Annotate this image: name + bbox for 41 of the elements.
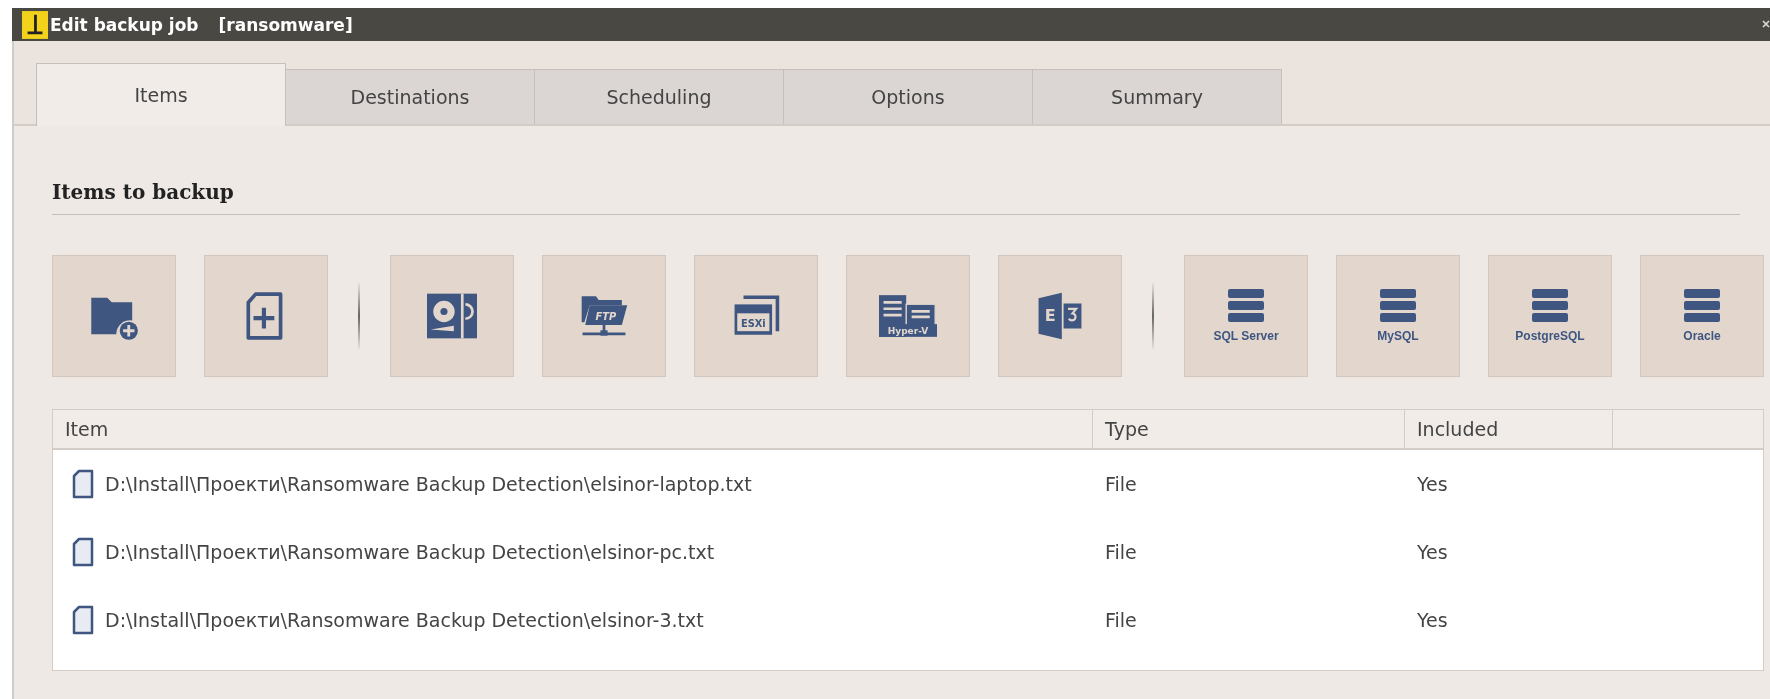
tab[interactable]: Summary [1032, 69, 1282, 124]
toolbar-button[interactable]: FTP [542, 255, 666, 377]
tab[interactable]: Options [783, 69, 1033, 124]
database-icon [1380, 289, 1416, 323]
toolbar-button[interactable]: Hyper-V [846, 255, 970, 377]
table-cell: File [1105, 609, 1137, 631]
toolbar-button[interactable] [390, 255, 514, 377]
toolbar-button[interactable] [204, 255, 328, 377]
table-cell: Yes [1417, 541, 1448, 563]
anchor-icon [22, 9, 48, 40]
toolbar-button[interactable] [52, 255, 176, 377]
toolbar-button[interactable]: SQL Server [1184, 255, 1308, 377]
window-title: Edit backup job [50, 14, 199, 35]
database-icon [1532, 289, 1568, 323]
toolbar-button[interactable]: MySQL [1336, 255, 1460, 377]
tab[interactable]: Destinations [285, 69, 535, 124]
job-name: [ransomware] [218, 14, 353, 35]
column-header[interactable]: Item [53, 410, 1093, 448]
tab[interactable]: Scheduling [534, 69, 784, 124]
file-icon [71, 604, 95, 636]
toolbar-button[interactable]: E [998, 255, 1122, 377]
table-cell: D:\Install\Проекти\Ransomware Backup Detection\elsinor-3.txt [105, 609, 704, 631]
file-icon [71, 468, 95, 500]
toolbar-button[interactable]: PostgreSQL [1488, 255, 1612, 377]
table-cell: File [1105, 541, 1137, 563]
toolbar-button[interactable]: Oracle [1640, 255, 1764, 377]
file-icon [71, 536, 95, 568]
database-icon [1228, 289, 1264, 323]
database-icon [1684, 289, 1720, 323]
table-cell: D:\Install\Проекти\Ransomware Backup Detection\elsinor-pc.txt [105, 541, 715, 563]
section-title: Items to backup [52, 180, 235, 204]
hard-drive-icon [427, 291, 477, 341]
tab[interactable]: Items [36, 63, 286, 126]
close-icon[interactable] [1762, 18, 1770, 30]
column-header[interactable]: Type [1093, 410, 1405, 448]
table-cell: D:\Install\Проекти\Ransomware Backup Detection\elsinor-laptop.txt [105, 473, 752, 495]
table-cell: Yes [1417, 609, 1448, 631]
table-cell: Yes [1417, 473, 1448, 495]
column-header[interactable]: Included [1405, 410, 1613, 448]
table-cell: File [1105, 473, 1137, 495]
toolbar-button[interactable]: ESXi [694, 255, 818, 377]
